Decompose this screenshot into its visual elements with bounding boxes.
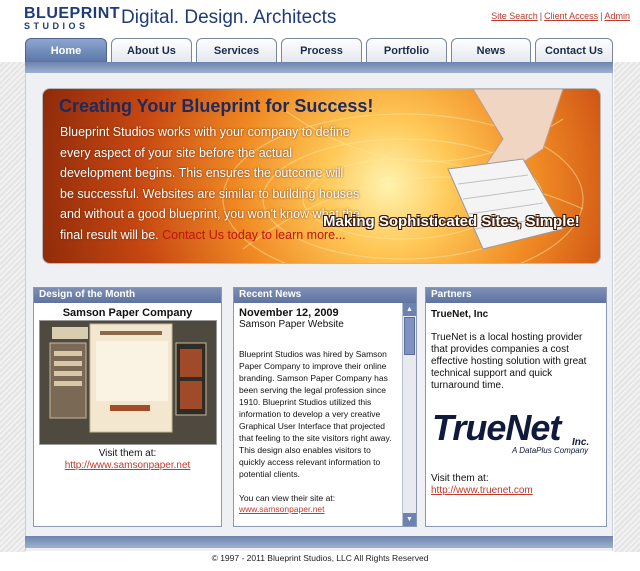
truenet-logo-sub: A DataPlus Company — [512, 446, 589, 455]
recent-news-panel: Recent News November 12, 2009 Samson Pap… — [233, 287, 417, 527]
news-view-text: You can view their site at: — [239, 493, 336, 503]
design-of-month-panel: Design of the Month Samson Paper Company… — [33, 287, 222, 527]
partner-name: TrueNet, Inc — [431, 309, 489, 320]
admin-link[interactable]: Admin — [604, 11, 630, 21]
tab-process[interactable]: Process — [281, 38, 362, 62]
truenet-website-link[interactable]: http://www.truenet.com — [431, 485, 533, 496]
design-of-month-title: Samson Paper Company — [62, 307, 193, 319]
news-date: November 12, 2009 — [239, 307, 339, 319]
news-scroll-area[interactable]: November 12, 2009 Samson Paper Website B… — [234, 303, 402, 526]
truenet-logo[interactable]: TrueNet Inc. A DataPlus Company — [432, 410, 602, 460]
top-links: Site Search | Client Access | Admin — [491, 11, 630, 21]
tab-about-us[interactable]: About Us — [111, 38, 192, 62]
partners-header: Partners — [426, 288, 606, 303]
samson-site-thumbnail[interactable] — [39, 320, 217, 445]
tab-contact-us[interactable]: Contact Us — [535, 38, 613, 62]
banner-body: Blueprint Studios works with your compan… — [60, 122, 360, 245]
bottom-bar — [25, 536, 613, 548]
site-search-link[interactable]: Site Search — [491, 11, 538, 21]
news-subtitle: Samson Paper Website — [239, 319, 344, 330]
nav-underbar — [25, 62, 613, 73]
banner-contact-link[interactable]: Contact Us today to learn more... — [162, 228, 345, 242]
footer-copyright: © 1997 - 2011 Blueprint Studios, LLC All… — [211, 553, 429, 563]
scroll-down-icon[interactable]: ▼ — [403, 513, 416, 526]
design-of-month-header: Design of the Month — [34, 288, 221, 303]
right-background-stripes — [614, 62, 640, 552]
news-scrollbar[interactable]: ▲ ▼ — [402, 303, 416, 526]
tab-services[interactable]: Services — [196, 38, 277, 62]
scrollbar-thumb[interactable] — [404, 317, 415, 355]
samson-website-link[interactable]: http://www.samsonpaper.net — [34, 460, 221, 471]
tab-portfolio[interactable]: Portfolio — [366, 38, 447, 62]
tab-news[interactable]: News — [451, 38, 531, 62]
hero-banner: Creating Your Blueprint for Success! Blu… — [42, 88, 601, 264]
banner-body-text: Blueprint Studios works with your compan… — [60, 125, 360, 242]
logo-line1: BLUEPRINT — [24, 5, 121, 22]
site-tagline: Digital. Design. Architects — [121, 7, 337, 28]
partner-description: TrueNet is a local hosting provider that… — [431, 332, 587, 391]
news-body: Blueprint Studios was hired by Samson Pa… — [239, 349, 392, 479]
tab-home[interactable]: Home — [25, 38, 107, 62]
client-access-link[interactable]: Client Access — [544, 11, 598, 21]
logo-line2: STUDIOS — [24, 21, 89, 31]
main-nav: Home About Us Services Process Portfolio… — [25, 38, 613, 62]
design-visit-caption: Visit them at: — [98, 448, 157, 459]
recent-news-header: Recent News — [234, 288, 416, 303]
logo[interactable]: BLUEPRINT STUDIOS — [24, 5, 121, 34]
banner-slogan: Making Sophisticated Sites, Simple! — [323, 213, 580, 230]
banner-title: Creating Your Blueprint for Success! — [59, 96, 374, 116]
news-site-link[interactable]: www.samsonpaper.net — [239, 504, 397, 514]
partner-visit-caption: Visit them at: — [431, 473, 489, 484]
partners-panel: Partners TrueNet, Inc TrueNet is a local… — [425, 287, 607, 527]
scroll-up-icon[interactable]: ▲ — [403, 303, 416, 316]
left-background-stripes — [0, 62, 25, 552]
